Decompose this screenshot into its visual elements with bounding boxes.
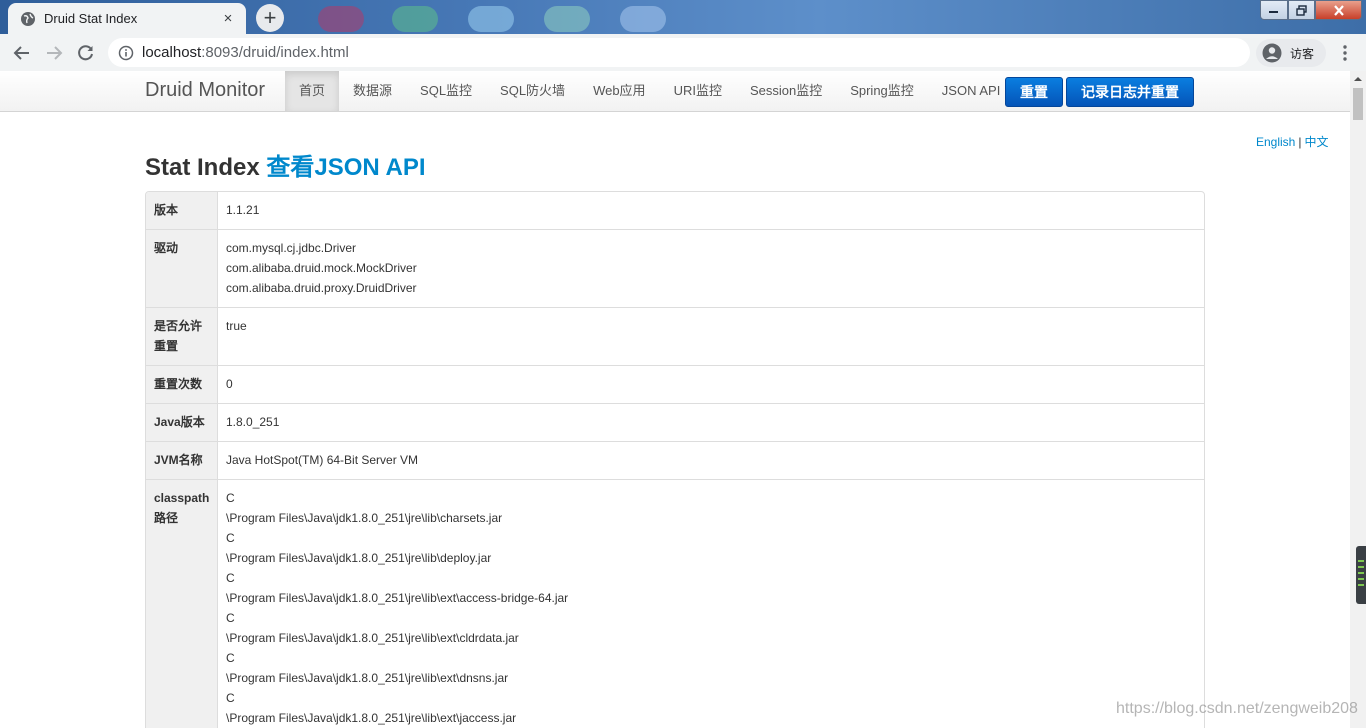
browser-tab[interactable]: Druid Stat Index ×: [8, 3, 246, 34]
table-row: JVM名称 Java HotSpot(TM) 64-Bit Server VM: [146, 441, 1204, 479]
page-title-text: Stat Index: [145, 154, 267, 181]
window-titlebar: Druid Stat Index × +: [0, 0, 1366, 34]
profile-button[interactable]: 访客: [1256, 39, 1326, 67]
avatar-icon: [1262, 43, 1282, 63]
row-value: 1.8.0_251: [218, 404, 1204, 441]
table-row: 是否允许重置 true: [146, 307, 1204, 365]
table-row: 驱动 com.mysql.cj.jdbc.Driver com.alibaba.dr…: [146, 229, 1204, 307]
row-value: true: [218, 308, 1204, 365]
nav-link[interactable]: SQL防火墙: [486, 71, 579, 111]
nav-menu: 首页 数据源 SQL监控 SQL防火墙 Web应用 URI监控 Session监控 Sprin…: [285, 71, 1014, 111]
row-key: 版本: [146, 192, 218, 229]
value-line: com.alibaba.druid.mock.MockDriver: [226, 261, 417, 275]
page-scrollbar[interactable]: [1350, 71, 1366, 728]
value-line: com.alibaba.druid.proxy.DruidDriver: [226, 281, 417, 295]
value-line: 1.8.0_251: [226, 415, 280, 429]
back-button[interactable]: [9, 40, 35, 66]
url-path: :8093/druid/index.html: [201, 44, 349, 61]
row-value: 1.1.21: [218, 192, 1204, 229]
info-icon[interactable]: [118, 45, 134, 61]
value-line: C: [226, 531, 235, 545]
json-api-link[interactable]: 查看JSON API: [266, 154, 425, 181]
value-line: \Program Files\Java\jdk1.8.0_251\jre\lib…: [226, 551, 492, 565]
value-line: 0: [226, 377, 233, 391]
background-tab: [318, 6, 364, 32]
browser-toolbar: localhost:8093/druid/index.html 访客: [0, 34, 1366, 72]
row-value: 0: [218, 366, 1204, 403]
nav-link[interactable]: 数据源: [339, 71, 406, 111]
page-viewport: Druid Monitor 首页 数据源 SQL监控 SQL防火墙 Web应用 URI监控…: [0, 71, 1350, 728]
background-tab: [392, 6, 438, 32]
url-host: localhost: [142, 44, 202, 61]
table-row: 版本 1.1.21: [146, 192, 1204, 229]
stat-table: 版本 1.1.21 驱动 com.mysql.cj.jdbc.Driver com.al…: [145, 191, 1205, 728]
row-key: 重置次数: [146, 366, 218, 403]
value-line: C: [226, 651, 235, 665]
nav-link[interactable]: Spring监控: [836, 71, 928, 111]
value-line: \Program Files\Java\jdk1.8.0_251\jre\lib…: [226, 711, 517, 725]
nav-link[interactable]: Web应用: [579, 71, 660, 111]
row-value: Java HotSpot(TM) 64-Bit Server VM: [218, 442, 1204, 479]
english-link[interactable]: English: [1256, 135, 1295, 149]
value-line: true: [226, 319, 247, 333]
brand-title[interactable]: Druid Monitor: [145, 79, 265, 102]
value-line: \Program Files\Java\jdk1.8.0_251\jre\lib…: [226, 631, 519, 645]
reset-button[interactable]: 重置: [1005, 77, 1063, 107]
table-row: 重置次数 0: [146, 365, 1204, 403]
scroll-thumb[interactable]: [1353, 88, 1363, 120]
reload-icon: [78, 45, 93, 61]
table-row: Java版本 1.8.0_251: [146, 403, 1204, 441]
row-key: JVM名称: [146, 442, 218, 479]
profile-label: 访客: [1290, 46, 1315, 61]
tab-title: Druid Stat Index: [44, 11, 138, 26]
maximize-button[interactable]: [1288, 0, 1315, 20]
row-value: C \Program Files\Java\jdk1.8.0_251\jre\li…: [218, 480, 1204, 728]
table-row: classpath路径 C \Program Files\Java\jdk1.8.0…: [146, 479, 1204, 728]
nav-link[interactable]: JSON API: [928, 71, 1015, 111]
watermark: https://blog.csdn.net/zengweib208: [1116, 700, 1358, 717]
globe-icon: [20, 11, 36, 27]
row-key: classpath路径: [146, 480, 218, 728]
language-switcher: English | 中文: [1256, 133, 1329, 150]
value-line: C: [226, 611, 235, 625]
side-monitor-widget: [1356, 546, 1366, 604]
value-line: \Program Files\Java\jdk1.8.0_251\jre\lib…: [226, 591, 569, 605]
log-and-reset-button[interactable]: 记录日志并重置: [1066, 77, 1194, 107]
address-bar[interactable]: localhost:8093/druid/index.html: [108, 38, 1250, 67]
chinese-link[interactable]: 中文: [1304, 135, 1328, 149]
value-line: com.mysql.cj.jdbc.Driver: [226, 241, 357, 255]
druid-navbar: Druid Monitor 首页 数据源 SQL监控 SQL防火墙 Web应用 URI监控…: [0, 71, 1350, 112]
minimize-button[interactable]: [1260, 0, 1288, 20]
forward-button[interactable]: [41, 40, 67, 66]
value-line: 1.1.21: [226, 203, 260, 217]
close-tab-icon[interactable]: ×: [220, 10, 236, 27]
page-title: Stat Index 查看JSON API: [145, 147, 426, 182]
nav-link[interactable]: URI监控: [660, 71, 736, 111]
nav-link[interactable]: 首页: [285, 71, 340, 111]
background-tab: [468, 6, 514, 32]
value-line: \Program Files\Java\jdk1.8.0_251\jre\lib…: [226, 511, 503, 525]
reload-button[interactable]: [73, 40, 99, 66]
background-tab: [544, 6, 590, 32]
row-key: Java版本: [146, 404, 218, 441]
row-key: 驱动: [146, 230, 218, 307]
value-line: C: [226, 491, 235, 505]
row-value: com.mysql.cj.jdbc.Driver com.alibaba.drui…: [218, 230, 1204, 307]
new-tab-button[interactable]: +: [256, 4, 284, 32]
scroll-up-arrow-icon[interactable]: [1350, 71, 1366, 87]
value-line: C: [226, 691, 235, 705]
row-key: 是否允许重置: [146, 308, 218, 365]
nav-link[interactable]: Session监控: [736, 71, 836, 111]
value-line: Java HotSpot(TM) 64-Bit Server VM: [226, 453, 419, 467]
value-line: C: [226, 571, 235, 585]
nav-link[interactable]: SQL监控: [406, 71, 486, 111]
browser-menu-icon[interactable]: [1336, 42, 1354, 64]
close-window-button[interactable]: [1315, 0, 1362, 20]
arrow-right-icon: [47, 46, 63, 60]
background-tab: [620, 6, 666, 32]
arrow-left-icon: [13, 46, 29, 60]
value-line: \Program Files\Java\jdk1.8.0_251\jre\lib…: [226, 671, 509, 685]
